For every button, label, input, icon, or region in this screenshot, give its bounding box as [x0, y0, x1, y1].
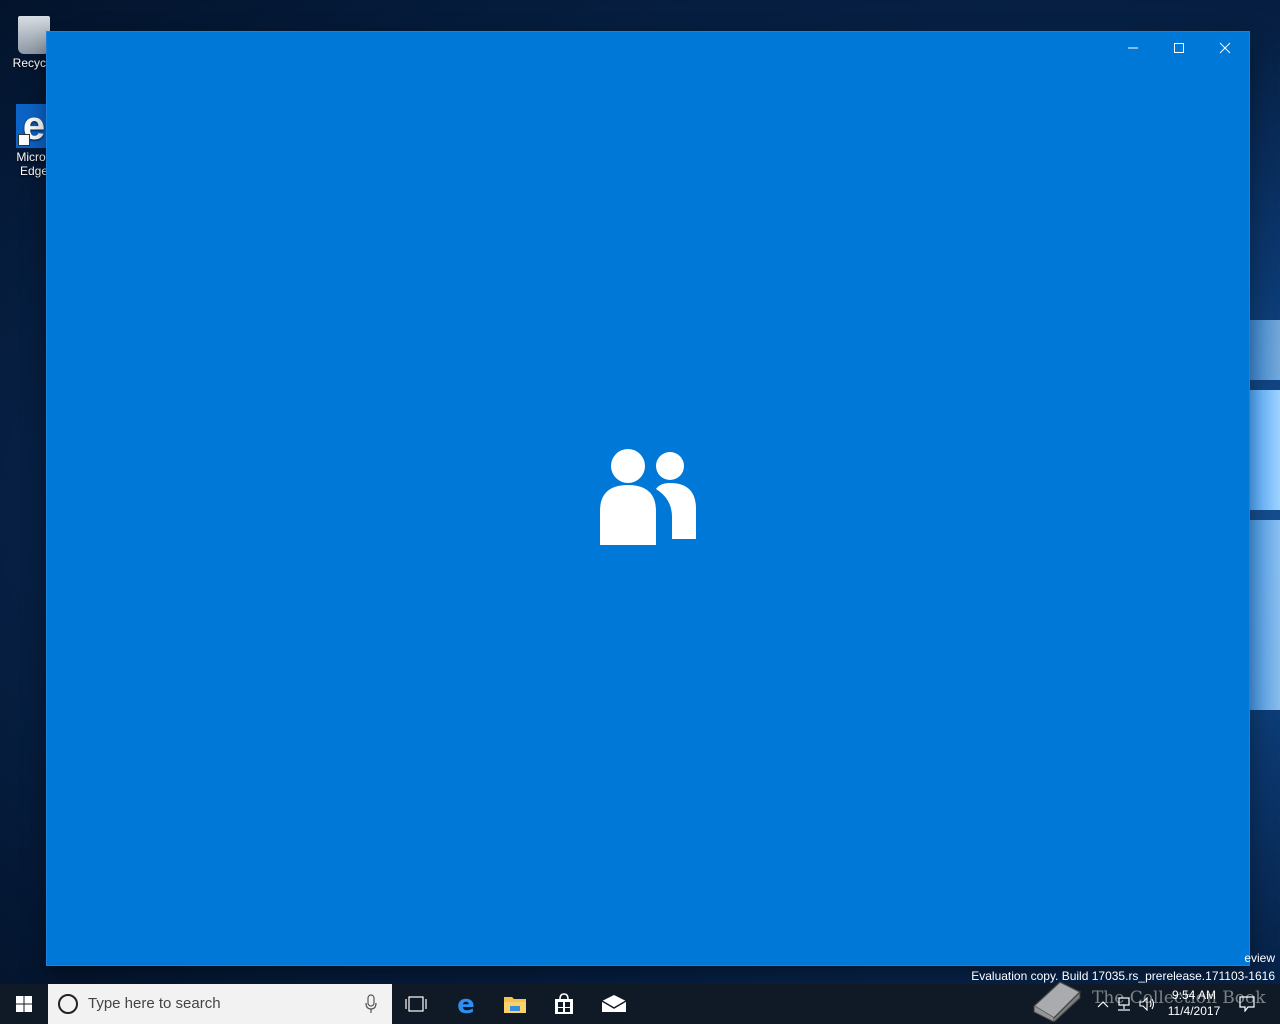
taskbar-file-explorer-button[interactable] — [491, 984, 539, 1024]
svg-text:e: e — [457, 992, 475, 1016]
taskbar: Type here to search e 9:54 AM 11/4/2017 — [0, 984, 1280, 1024]
microphone-icon[interactable] — [364, 994, 378, 1014]
folder-icon — [504, 997, 526, 1013]
maximize-button[interactable] — [1156, 32, 1202, 64]
search-box[interactable]: Type here to search — [48, 984, 392, 1024]
cortana-icon — [58, 994, 78, 1014]
watermark-build: Evaluation copy. Build 17035.rs_prerelea… — [971, 969, 1275, 983]
app-window — [47, 32, 1249, 965]
minimize-button[interactable] — [1110, 32, 1156, 64]
search-placeholder: Type here to search — [88, 995, 221, 1012]
watermark-edition: eview — [1244, 951, 1275, 965]
people-icon — [600, 449, 696, 545]
book-icon — [1032, 981, 1082, 1022]
minimize-icon — [1128, 47, 1138, 49]
recycle-bin-icon — [18, 16, 50, 54]
task-view-icon — [405, 996, 427, 1012]
windows-logo-icon — [16, 996, 32, 1012]
edge-icon: e — [457, 992, 475, 1016]
close-icon — [1219, 42, 1231, 54]
start-button[interactable] — [0, 984, 48, 1024]
taskbar-mail-button[interactable] — [590, 984, 638, 1024]
mail-icon — [601, 995, 627, 1012]
taskbar-store-button[interactable] — [540, 984, 588, 1024]
taskbar-edge-button[interactable]: e — [442, 984, 490, 1024]
task-view-button[interactable] — [392, 984, 440, 1024]
store-icon — [555, 993, 573, 1014]
close-button[interactable] — [1202, 32, 1248, 64]
desktop-wallpaper-beams — [1248, 310, 1280, 730]
overlay-watermark-text: The Collection Book — [1092, 988, 1266, 1008]
maximize-icon — [1174, 43, 1184, 53]
